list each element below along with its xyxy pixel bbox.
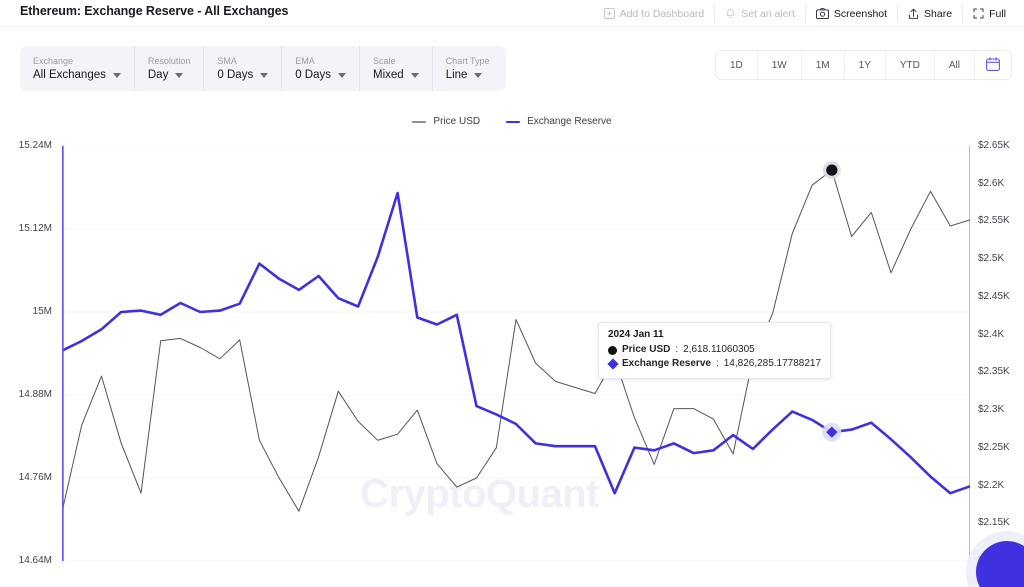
control-scale-value: Mixed bbox=[373, 69, 404, 81]
control-exchange-label: Exchange bbox=[33, 56, 74, 66]
add-to-dashboard-icon bbox=[603, 8, 615, 19]
set-alert-button[interactable]: Set an alert bbox=[715, 4, 806, 23]
legend-swatch-reserve bbox=[506, 120, 521, 123]
control-chart-type[interactable]: Chart Type Line bbox=[433, 46, 506, 91]
range-button-1w[interactable]: 1W bbox=[758, 51, 802, 79]
screenshot-button[interactable]: Screenshot bbox=[806, 4, 899, 23]
range-button-1m[interactable]: 1M bbox=[802, 51, 845, 79]
control-resolution[interactable]: Resolution Day bbox=[135, 46, 205, 91]
screenshot-label: Screenshot bbox=[833, 7, 888, 20]
y-axis-right-tick: $2.6K bbox=[978, 177, 1005, 189]
chevron-down-icon[interactable] bbox=[175, 73, 184, 78]
control-resolution-label: Resolution bbox=[147, 56, 191, 66]
add-to-dashboard-label: Add to Dashboard bbox=[619, 7, 705, 20]
control-sma-value: 0 Days bbox=[217, 69, 254, 81]
tooltip-price-key: Price USD bbox=[622, 344, 671, 355]
legend-label-reserve: Exchange Reserve bbox=[527, 116, 612, 127]
plot-region[interactable] bbox=[62, 146, 970, 561]
share-icon bbox=[908, 8, 919, 20]
y-axis-right-tick: $2.65K bbox=[978, 140, 1010, 151]
control-ema-label: EMA bbox=[295, 56, 315, 66]
fullscreen-button[interactable]: Full bbox=[963, 5, 1018, 23]
share-label: Share bbox=[924, 7, 953, 20]
tooltip-row-price: Price USD: 2,618.11060305 bbox=[608, 343, 821, 357]
legend-item-price-usd[interactable]: Price USD bbox=[412, 116, 480, 127]
control-sma-label: SMA bbox=[217, 56, 237, 66]
fullscreen-label: Full bbox=[989, 7, 1006, 20]
control-resolution-value: Day bbox=[147, 69, 169, 81]
control-sma[interactable]: SMA 0 Days bbox=[204, 46, 283, 91]
y-axis-left-tick: 15.12M bbox=[18, 223, 52, 234]
control-ema[interactable]: EMA 0 Days bbox=[282, 46, 360, 91]
tooltip-reserve-value: 14,826,285.17788217 bbox=[723, 358, 822, 369]
bell-icon bbox=[725, 8, 736, 20]
add-to-dashboard-button[interactable]: Add to Dashboard bbox=[594, 4, 716, 23]
chart-svg bbox=[62, 146, 970, 561]
control-chart-type-label: Chart Type bbox=[445, 56, 490, 66]
y-axis-right-tick: $2.35K bbox=[978, 366, 1010, 378]
calendar-button[interactable] bbox=[975, 51, 1011, 79]
chart-legend: Price USD Exchange Reserve bbox=[0, 116, 1024, 127]
circle-marker-icon bbox=[608, 345, 617, 355]
page-title: Ethereum: Exchange Reserve - All Exchang… bbox=[20, 4, 289, 18]
control-exchange-value: All Exchanges bbox=[33, 69, 106, 81]
header-actions: Add to Dashboard Set an alert Screenshot… bbox=[594, 0, 1018, 27]
chevron-down-icon[interactable] bbox=[260, 73, 269, 78]
range-button-all[interactable]: All bbox=[935, 51, 975, 79]
set-alert-label: Set an alert bbox=[741, 7, 795, 20]
y-axis-right-tick: $2.45K bbox=[978, 290, 1010, 302]
fullscreen-icon bbox=[973, 8, 984, 19]
range-button-ytd[interactable]: YTD bbox=[886, 51, 935, 79]
diamond-marker-icon bbox=[606, 358, 619, 370]
tooltip-row-reserve: Exchange Reserve: 14,826,285.17788217 bbox=[606, 357, 822, 371]
chart-tooltip: 2024 Jan 11 Price USD: 2,618.11060305 Ex… bbox=[598, 322, 832, 379]
y-axis-right-tick: $2.25K bbox=[978, 441, 1010, 453]
legend-swatch-price bbox=[412, 120, 427, 123]
chevron-down-icon[interactable] bbox=[410, 73, 419, 78]
y-axis-left-tick: 14.76M bbox=[18, 472, 52, 483]
y-axis-left-tick: 15M bbox=[32, 306, 52, 317]
chart-controls-bar: Exchange All Exchanges Resolution Day SM… bbox=[20, 46, 506, 91]
y-axis-left-tick: 14.64M bbox=[18, 555, 52, 566]
time-range-selector: 1D 1W 1M 1Y YTD All bbox=[714, 50, 1012, 80]
share-button[interactable]: Share bbox=[898, 4, 964, 23]
legend-label-price: Price USD bbox=[433, 116, 481, 127]
control-scale[interactable]: Scale Mixed bbox=[360, 46, 433, 91]
y-axis-right-tick: $2.2K bbox=[978, 479, 1005, 491]
tooltip-reserve-key: Exchange Reserve bbox=[622, 358, 711, 369]
tooltip-date: 2024 Jan 11 bbox=[608, 329, 664, 340]
y-axis-left-tick: 14.88M bbox=[18, 389, 52, 400]
chart-canvas: CryptoQuant 15.24M 15.12M 15M 14.88M 14.76M 1… bbox=[0, 140, 1024, 587]
y-axis-right-tick: $2.5K bbox=[978, 253, 1005, 265]
control-scale-label: Scale bbox=[373, 56, 396, 66]
y-axis-right-tick: $2.15K bbox=[978, 517, 1010, 529]
chevron-down-icon[interactable] bbox=[338, 73, 346, 78]
range-button-1y[interactable]: 1Y bbox=[845, 51, 886, 79]
tooltip-price-value: 2,618.11060305 bbox=[683, 344, 755, 355]
calendar-icon bbox=[986, 56, 1000, 74]
y-axis-left-tick: 15.24M bbox=[18, 140, 52, 151]
y-axis-right-tick: $2.4K bbox=[978, 328, 1005, 340]
legend-item-exchange-reserve[interactable]: Exchange Reserve bbox=[506, 116, 612, 127]
chevron-down-icon[interactable] bbox=[474, 73, 483, 78]
control-ema-value: 0 Days bbox=[295, 69, 331, 81]
chevron-down-icon[interactable] bbox=[112, 73, 121, 78]
control-exchange[interactable]: Exchange All Exchanges bbox=[20, 46, 135, 91]
y-axis-right-tick: $2.3K bbox=[978, 404, 1005, 416]
page-header: Ethereum: Exchange Reserve - All Exchang… bbox=[0, 0, 1024, 27]
y-axis-right-tick: $2.55K bbox=[978, 215, 1010, 227]
chart-page: Ethereum: Exchange Reserve - All Exchang… bbox=[0, 0, 1024, 587]
control-chart-type-value: Line bbox=[445, 69, 468, 81]
range-button-1d[interactable]: 1D bbox=[716, 51, 758, 79]
camera-icon bbox=[815, 8, 829, 19]
